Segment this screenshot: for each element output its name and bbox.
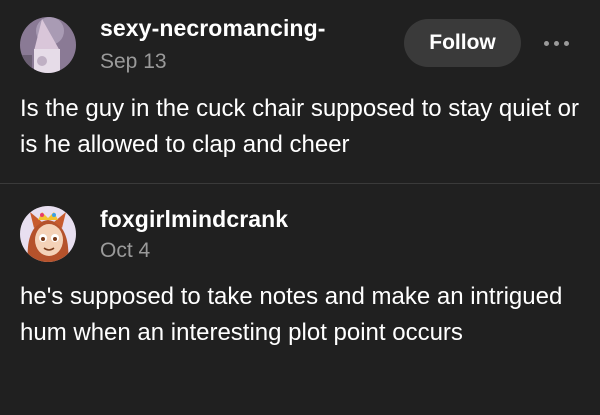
post-body: he's supposed to take notes and make an …: [20, 283, 563, 346]
more-horizontal-icon[interactable]: [536, 31, 576, 55]
post-2: foxgirlmindcrank Oct 4 he's supposed to …: [0, 184, 600, 415]
avatar-foxgirlmindcrank[interactable]: [20, 206, 76, 262]
post-body: Is the guy in the cuck chair supposed to…: [20, 95, 579, 158]
avatar-sexy-necromancing[interactable]: [20, 17, 76, 73]
post-date[interactable]: Sep 13: [100, 50, 167, 74]
post-1: sexy-necromancing- Sep 13 Follow Is the …: [0, 0, 600, 183]
post-date[interactable]: Oct 4: [100, 239, 150, 263]
username[interactable]: sexy-necromancing-: [100, 15, 326, 42]
avatar-image: [20, 17, 76, 73]
dot: [543, 40, 549, 46]
avatar-image: [20, 206, 76, 262]
follow-button[interactable]: Follow: [404, 19, 521, 67]
username[interactable]: foxgirlmindcrank: [100, 206, 288, 233]
dot: [563, 40, 569, 46]
dot: [553, 40, 559, 46]
